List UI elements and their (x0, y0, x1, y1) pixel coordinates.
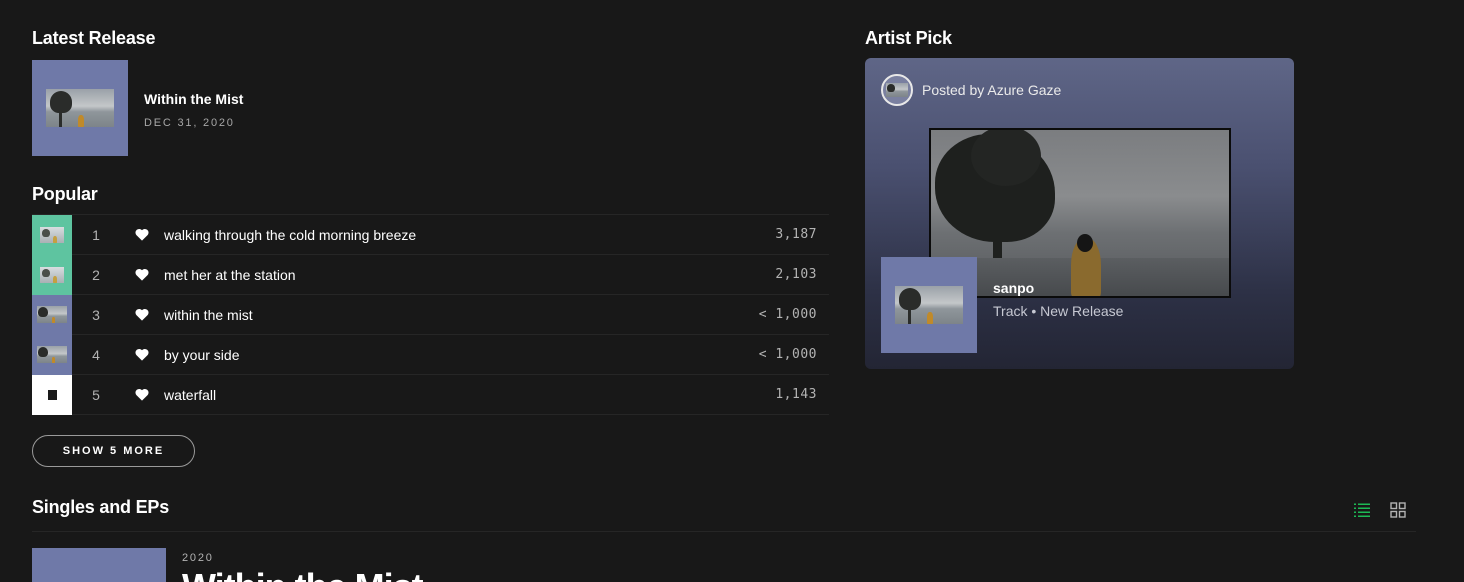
track-cover (32, 254, 72, 295)
single-year: 2020 (182, 552, 214, 564)
track-cover (32, 214, 72, 255)
track-title[interactable]: waterfall (164, 387, 709, 403)
track-title[interactable]: within the mist (164, 307, 709, 323)
list-view-icon[interactable] (1354, 502, 1370, 523)
avatar (881, 74, 913, 106)
track-row[interactable]: 4 by your side < 1,000 (32, 334, 829, 375)
track-title[interactable]: by your side (164, 347, 709, 363)
track-row[interactable]: 5 waterfall 1,143 (32, 374, 829, 415)
latest-release-card[interactable]: Within the Mist DEC 31, 2020 (32, 60, 243, 156)
track-rank: 1 (92, 226, 100, 243)
artist-page: Latest Release Within the Mist DEC 31, 2… (0, 0, 1464, 582)
view-toggle (1354, 502, 1406, 523)
artist-pick-heading: Artist Pick (865, 28, 952, 48)
artist-pick-cover[interactable] (881, 257, 977, 353)
track-rank: 4 (92, 346, 100, 363)
track-plays: < 1,000 (758, 347, 817, 362)
track-plays: 2,103 (775, 267, 817, 282)
track-title[interactable]: met her at the station (164, 267, 709, 283)
singles-heading: Singles and EPs (32, 497, 170, 517)
single-cover[interactable] (32, 548, 166, 582)
grid-view-icon[interactable] (1390, 502, 1406, 523)
heart-icon[interactable] (120, 228, 164, 241)
artist-pick-posted: Posted by Azure Gaze (881, 74, 1061, 106)
track-row[interactable]: 3 within the mist < 1,000 (32, 294, 829, 335)
latest-release-cover[interactable] (32, 60, 128, 156)
artist-pick-subtitle: Track • New Release (993, 303, 1124, 319)
track-rank: 2 (92, 266, 100, 283)
latest-release-title[interactable]: Within the Mist (144, 91, 243, 107)
track-plays: 3,187 (775, 227, 817, 242)
artist-pick-title[interactable]: sanpo (993, 280, 1034, 296)
popular-heading: Popular (32, 184, 98, 204)
heart-icon[interactable] (120, 388, 164, 401)
heart-icon[interactable] (120, 268, 164, 281)
track-rank: 5 (92, 386, 100, 403)
artist-pick-card[interactable]: Posted by Azure Gaze sanpo Track • New R… (865, 58, 1294, 369)
track-title[interactable]: walking through the cold morning breeze (164, 227, 709, 243)
latest-release-heading: Latest Release (32, 28, 156, 48)
section-divider (32, 531, 1416, 532)
track-cover (32, 374, 72, 415)
heart-icon[interactable] (120, 348, 164, 361)
show-more-button[interactable]: SHOW 5 MORE (32, 435, 195, 467)
latest-release-date: DEC 31, 2020 (144, 117, 235, 129)
posted-by-label: Posted by Azure Gaze (922, 82, 1062, 98)
track-plays: < 1,000 (758, 307, 817, 322)
track-plays: 1,143 (775, 387, 817, 402)
track-cover (32, 334, 72, 375)
single-title[interactable]: Within the Mist (182, 566, 424, 582)
track-rank: 3 (92, 306, 100, 323)
track-row[interactable]: 1 walking through the cold morning breez… (32, 214, 829, 255)
popular-track-list: 1 walking through the cold morning breez… (32, 214, 829, 415)
track-row[interactable]: 2 met her at the station 2,103 (32, 254, 829, 295)
track-cover (32, 294, 72, 335)
heart-icon[interactable] (120, 308, 164, 321)
cover-image (46, 89, 114, 127)
